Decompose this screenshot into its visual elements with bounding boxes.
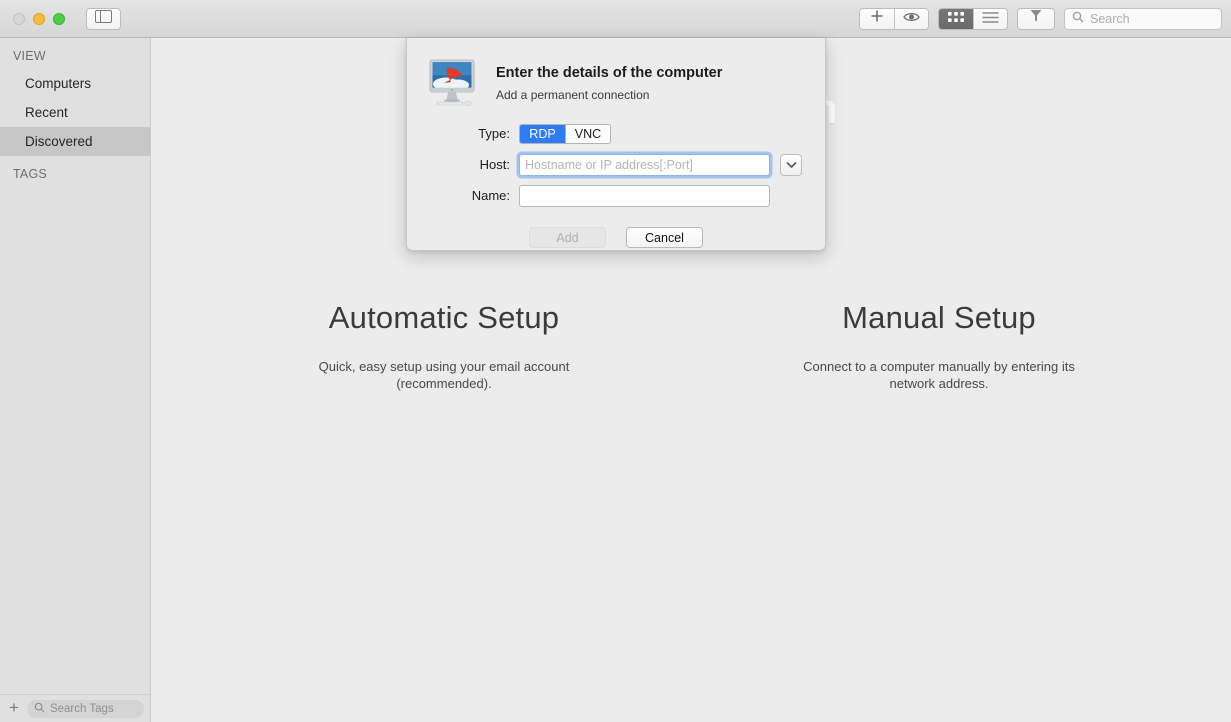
sidebar: VIEW Computers Recent Discovered TAGS + … bbox=[0, 38, 151, 722]
host-input[interactable]: Hostname or IP address[:Port] bbox=[519, 154, 770, 176]
search-icon bbox=[1072, 10, 1084, 28]
maximize-window-button[interactable] bbox=[53, 13, 65, 25]
type-option-vnc[interactable]: VNC bbox=[565, 125, 610, 143]
sidebar-section-header-tags: TAGS bbox=[0, 156, 150, 187]
sidebar-item-computers[interactable]: Computers bbox=[0, 69, 150, 98]
name-row: Name: bbox=[407, 180, 825, 211]
funnel-filter-icon bbox=[1030, 9, 1042, 28]
plus-icon bbox=[870, 9, 884, 28]
add-preview-group bbox=[859, 8, 929, 30]
eye-icon bbox=[903, 10, 920, 28]
name-label: Name: bbox=[407, 188, 519, 203]
search-icon bbox=[34, 700, 45, 718]
sidebar-toggle-button[interactable] bbox=[86, 8, 121, 30]
traffic-lights bbox=[13, 13, 65, 25]
connection-type-selector: RDP VNC bbox=[519, 124, 611, 144]
grid-view-icon bbox=[948, 10, 964, 28]
preview-button[interactable] bbox=[894, 9, 928, 29]
search-input[interactable]: Search bbox=[1064, 8, 1222, 30]
view-mode-group bbox=[938, 8, 1008, 30]
minimize-window-button[interactable] bbox=[33, 13, 45, 25]
sidebar-item-recent[interactable]: Recent bbox=[0, 98, 150, 127]
search-placeholder: Search bbox=[1090, 12, 1130, 26]
sidebar-item-discovered[interactable]: Discovered bbox=[0, 127, 150, 156]
manual-setup-option[interactable]: Manual Setup Connect to a computer manua… bbox=[739, 296, 1139, 392]
host-label: Host: bbox=[407, 157, 519, 172]
filter-button[interactable] bbox=[1018, 9, 1054, 29]
host-placeholder: Hostname or IP address[:Port] bbox=[525, 158, 693, 172]
search-tags-placeholder: Search Tags bbox=[50, 703, 114, 715]
dialog-header: Enter the details of the computer Add a … bbox=[407, 38, 825, 108]
app-window: Search VIEW Computers Recent Discovered … bbox=[0, 0, 1231, 722]
add-button[interactable]: Add bbox=[529, 227, 606, 248]
sidebar-toggle-icon bbox=[95, 10, 112, 28]
list-view-button[interactable] bbox=[973, 9, 1007, 29]
toolbar-right-group: Search bbox=[859, 8, 1222, 30]
add-tag-button[interactable]: + bbox=[6, 699, 22, 718]
type-option-rdp[interactable]: RDP bbox=[520, 125, 565, 143]
sidebar-footer: + Search Tags bbox=[0, 694, 150, 722]
dialog-form: Type: RDP VNC Host: Hostname or IP addre… bbox=[407, 118, 825, 211]
dialog-header-text: Enter the details of the computer Add a … bbox=[496, 58, 722, 108]
host-history-button[interactable] bbox=[780, 154, 802, 176]
dialog-title: Enter the details of the computer bbox=[496, 58, 722, 81]
chevron-down-icon bbox=[786, 156, 797, 174]
manual-setup-title: Manual Setup bbox=[739, 296, 1139, 340]
dialog-subtitle: Add a permanent connection bbox=[496, 88, 722, 102]
automatic-setup-title: Automatic Setup bbox=[244, 296, 644, 340]
cancel-button[interactable]: Cancel bbox=[626, 227, 703, 248]
host-row: Host: Hostname or IP address[:Port] bbox=[407, 149, 825, 180]
automatic-setup-option[interactable]: Automatic Setup Quick, easy setup using … bbox=[244, 296, 644, 392]
dialog-actions: Add Cancel bbox=[407, 227, 825, 248]
filter-group bbox=[1017, 8, 1055, 30]
type-label: Type: bbox=[407, 126, 519, 141]
manual-setup-description: Connect to a computer manually by enteri… bbox=[739, 359, 1139, 392]
grid-view-button[interactable] bbox=[939, 9, 973, 29]
imac-computer-icon bbox=[424, 58, 480, 108]
list-view-icon bbox=[982, 10, 999, 28]
close-window-button[interactable] bbox=[13, 13, 25, 25]
add-computer-button[interactable] bbox=[860, 9, 894, 29]
automatic-setup-description: Quick, easy setup using your email accou… bbox=[244, 359, 644, 392]
setup-options: Automatic Setup Quick, easy setup using … bbox=[152, 296, 1231, 392]
toolbar: Search bbox=[0, 0, 1231, 38]
add-computer-dialog: Enter the details of the computer Add a … bbox=[406, 38, 826, 251]
name-input[interactable] bbox=[519, 185, 770, 207]
search-tags-input[interactable]: Search Tags bbox=[27, 700, 144, 718]
sidebar-section-header-view: VIEW bbox=[0, 38, 150, 69]
type-row: Type: RDP VNC bbox=[407, 118, 825, 149]
